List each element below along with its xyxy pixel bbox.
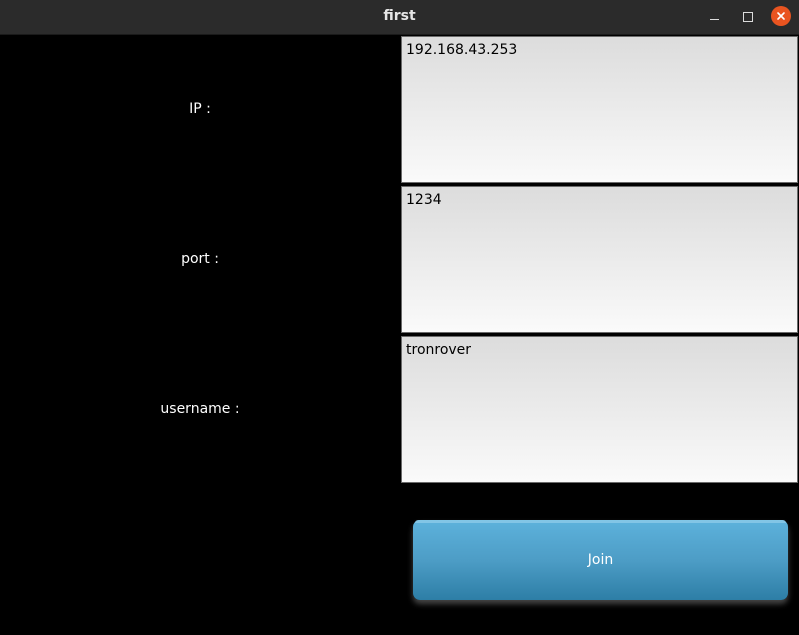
close-button[interactable] bbox=[771, 6, 791, 26]
maximize-icon bbox=[743, 12, 753, 22]
minimize-icon bbox=[709, 18, 719, 20]
form-area: IP : 192.168.43.253 port : 1234 username… bbox=[0, 35, 799, 635]
join-button[interactable]: Join bbox=[413, 520, 788, 600]
window-title: first bbox=[383, 8, 416, 24]
port-label: port : bbox=[181, 251, 219, 267]
username-label: username : bbox=[160, 401, 240, 417]
port-input[interactable]: 1234 bbox=[401, 186, 798, 333]
title-bar: first bbox=[0, 0, 799, 35]
minimize-button[interactable] bbox=[703, 6, 725, 28]
maximize-button[interactable] bbox=[737, 6, 759, 28]
close-icon bbox=[777, 12, 785, 20]
ip-input[interactable]: 192.168.43.253 bbox=[401, 36, 798, 183]
username-input[interactable]: tronrover bbox=[401, 336, 798, 483]
ip-label: IP : bbox=[189, 101, 211, 117]
